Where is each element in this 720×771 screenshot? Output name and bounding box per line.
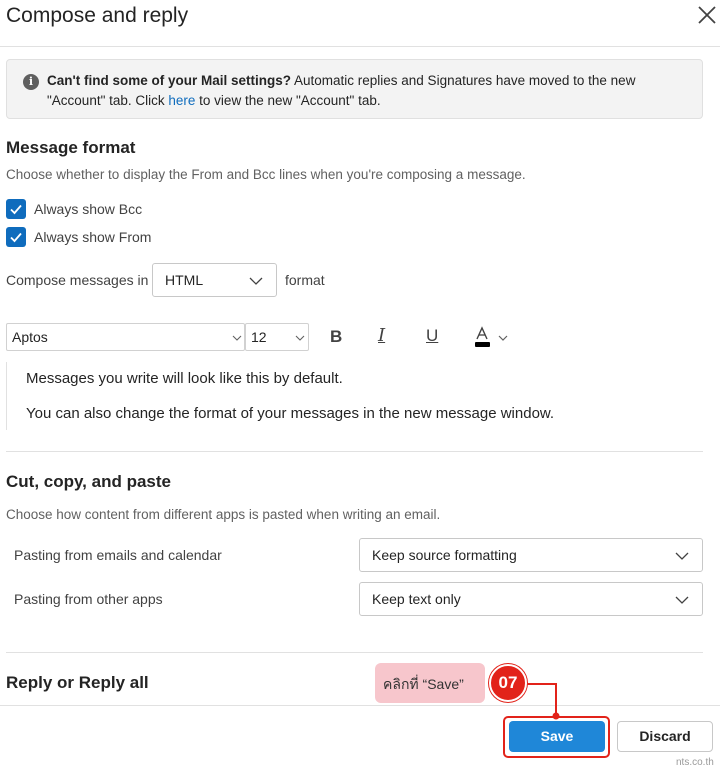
preview-line-1: Messages you write will look like this b… bbox=[26, 370, 343, 387]
paste-other-value: Keep text only bbox=[372, 591, 461, 607]
always-show-from-checkbox[interactable] bbox=[6, 227, 26, 247]
info-banner: i Can't find some of your Mail settings?… bbox=[6, 59, 703, 119]
annotation-callout: คลิกที่ “Save” bbox=[375, 663, 485, 703]
always-show-from-label[interactable]: Always show From bbox=[34, 229, 151, 245]
font-family-value: Aptos bbox=[12, 329, 48, 345]
section-divider bbox=[6, 652, 703, 653]
checkmark-icon bbox=[10, 204, 22, 215]
compose-format-suffix: format bbox=[285, 272, 325, 288]
info-icon: i bbox=[23, 74, 39, 90]
banner-text-2: to view the new "Account" tab. bbox=[195, 93, 381, 108]
footer-divider bbox=[0, 705, 720, 706]
font-color-button[interactable] bbox=[472, 326, 512, 350]
paste-emails-value: Keep source formatting bbox=[372, 547, 517, 563]
banner-text: Can't find some of your Mail settings? A… bbox=[47, 71, 687, 111]
preview-line-2: You can also change the format of your m… bbox=[26, 405, 555, 422]
preview-border bbox=[6, 362, 7, 430]
paste-emails-label: Pasting from emails and calendar bbox=[14, 547, 222, 563]
font-size-value: 12 bbox=[251, 329, 267, 345]
watermark: nts.co.th bbox=[676, 757, 714, 768]
compose-in-label: Compose messages in bbox=[6, 272, 149, 288]
compose-format-value: HTML bbox=[165, 272, 204, 288]
banner-link[interactable]: here bbox=[168, 93, 195, 108]
paste-emails-dropdown[interactable]: Keep source formatting bbox=[359, 538, 703, 572]
font-family-select[interactable]: Aptos bbox=[6, 323, 245, 351]
banner-bold: Can't find some of your Mail settings? bbox=[47, 73, 291, 88]
message-format-description: Choose whether to display the From and B… bbox=[6, 167, 526, 182]
section-divider bbox=[6, 451, 703, 452]
chevron-down-icon bbox=[232, 335, 242, 341]
always-show-bcc-label[interactable]: Always show Bcc bbox=[34, 201, 142, 217]
font-color-icon bbox=[475, 326, 508, 347]
bold-button[interactable]: B bbox=[330, 327, 342, 347]
italic-button[interactable]: I bbox=[378, 325, 385, 346]
paste-other-label: Pasting from other apps bbox=[14, 591, 163, 607]
header-divider bbox=[0, 46, 720, 47]
cut-copy-paste-description: Choose how content from different apps i… bbox=[6, 507, 441, 522]
discard-button[interactable]: Discard bbox=[617, 721, 713, 752]
paste-other-dropdown[interactable]: Keep text only bbox=[359, 582, 703, 616]
checkmark-icon bbox=[10, 232, 22, 243]
cut-copy-paste-heading: Cut, copy, and paste bbox=[6, 472, 171, 491]
chevron-down-icon bbox=[675, 596, 689, 604]
font-size-select[interactable]: 12 bbox=[245, 323, 309, 351]
annotation-callout-text: คลิกที่ “Save” bbox=[383, 676, 464, 692]
underline-button[interactable]: U bbox=[426, 326, 438, 346]
close-button[interactable] bbox=[694, 2, 720, 28]
save-button[interactable]: Save bbox=[509, 721, 605, 752]
chevron-down-icon bbox=[675, 552, 689, 560]
message-format-heading: Message format bbox=[6, 138, 136, 157]
close-icon bbox=[698, 6, 716, 24]
compose-format-dropdown[interactable]: HTML bbox=[152, 263, 277, 297]
chevron-down-icon bbox=[295, 335, 305, 341]
always-show-bcc-checkbox[interactable] bbox=[6, 199, 26, 219]
dialog-title: Compose and reply bbox=[6, 4, 189, 27]
reply-heading: Reply or Reply all bbox=[6, 673, 149, 692]
chevron-down-icon bbox=[249, 277, 263, 285]
step-number-badge: 07 bbox=[489, 664, 527, 702]
